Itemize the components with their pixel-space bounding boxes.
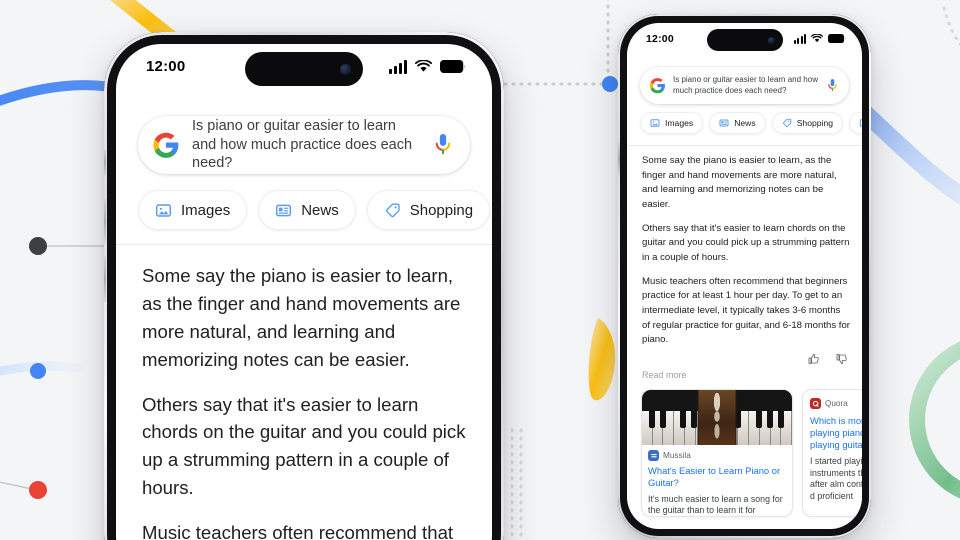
answer-body-right: Some say the piano is easier to learn, a… [642,154,851,348]
chip-news[interactable]: News [709,112,766,134]
dark-dot-node [29,237,47,255]
tag-icon [782,118,792,128]
blue-dot-junction [602,76,618,92]
chip-label: Shopping [796,118,834,128]
phone-right-volume-up[interactable] [618,142,620,176]
tag-icon [384,202,401,219]
source-card-quora[interactable]: Quora Which is more playing piano playin… [802,389,862,518]
search-query-text[interactable]: Is piano or guitar easier to learn and h… [673,75,820,96]
content-divider-left [116,244,492,245]
answer-paragraph: Others say that it's easier to learn cho… [142,393,466,499]
filter-chips-left: Images News Shopping [138,190,492,230]
news-icon [719,118,729,128]
dotted-arc-top-right [942,6,960,46]
yellow-blob-shape [588,318,616,401]
guitar-neck-over-piano-keys-photo [642,390,792,445]
image-icon [155,202,172,219]
chip-label: Images [665,118,694,128]
thumbs-down-icon[interactable] [836,353,848,365]
piano-keys-illustration [642,390,792,445]
cellular-bars-icon [389,59,407,74]
microphone-icon[interactable] [432,132,454,158]
image-icon [650,118,660,128]
front-camera-icon [767,36,775,44]
phone-left: 12:00 Is piano or guitar easier to learn… [104,32,504,540]
filter-chips-right: Images News Shopping [640,112,862,134]
status-indicators [389,59,466,74]
answer-paragraph: Some say the piano is easier to learn, a… [642,155,837,211]
source-attribution: Mussila [648,450,786,461]
cellular-bars-icon [793,34,806,44]
phone-right: 12:00 Is piano or guitar easier to learn… [618,14,871,538]
battery-icon [440,60,466,73]
dynamic-island-left [245,52,363,86]
google-g-icon [152,131,180,159]
wifi-icon [810,34,824,43]
chip-label: Shopping [409,201,474,219]
source-card-snippet: It's much easier to learn a song for the… [648,493,783,515]
chip-images[interactable]: Images [138,190,248,230]
phone-right-screen: 12:00 Is piano or guitar easier to learn… [627,23,862,529]
search-query-text[interactable]: Is piano or guitar easier to learn and h… [192,117,422,173]
phone-left-volume-down[interactable] [104,256,106,302]
status-indicators [793,34,846,44]
source-card-body: Mussila What's Easier to Learn Piano or … [642,445,792,516]
google-g-icon [649,77,666,94]
search-bar-right[interactable]: Is piano or guitar easier to learn and h… [640,67,849,104]
content-divider-right [627,145,862,146]
microphone-icon[interactable] [826,78,839,93]
source-card-body: Quora Which is more playing piano playin… [803,390,862,502]
green-ring-shape [909,341,960,499]
answer-paragraph: Music teachers often recommend that begi… [642,275,850,346]
status-time: 12:00 [146,58,186,75]
thumbs-up-icon[interactable] [808,353,820,365]
front-camera-icon [340,63,351,75]
answer-paragraph: Music teachers often recommend that begi… [142,522,454,540]
quora-favicon-icon [810,398,821,409]
chip-shopping[interactable]: Shopping [366,190,491,230]
wifi-icon [414,59,433,73]
chip-label: News [301,201,339,219]
blue-dot-node [30,363,46,379]
chip-label: Images [181,201,231,219]
answer-paragraph: Some say the piano is easier to learn, a… [142,265,461,370]
dynamic-island-right [706,29,783,51]
source-attribution: Quora [810,398,862,409]
search-bar-left[interactable]: Is piano or guitar easier to learn and h… [138,116,470,174]
source-card-snippet: I started playin instruments th now, aft… [810,456,862,501]
node-connector-line-bottom [0,481,33,490]
source-name: Quora [825,399,848,408]
video-icon [859,118,862,128]
chip-label: News [734,118,756,128]
battery-icon [828,34,846,44]
scene-root: 12:00 Is piano or guitar easier to learn… [0,0,960,540]
chip-shopping[interactable]: Shopping [771,112,844,134]
phone-left-volume-up[interactable] [104,198,106,244]
blue-swoosh-shape [853,101,960,206]
chip-images[interactable]: Images [640,112,704,134]
phone-left-screen: 12:00 Is piano or guitar easier to learn… [116,44,492,540]
read-more-link[interactable]: Read more [642,370,687,380]
feedback-row [808,353,848,365]
chip-videos[interactable]: Vide [849,112,862,134]
red-dot-node [29,481,47,499]
guitar-neck [697,390,737,445]
news-icon [275,202,292,219]
status-time: 12:00 [646,33,674,45]
source-card-title[interactable]: Which is more playing piano playing guit… [810,415,862,450]
chip-news[interactable]: News [258,190,356,230]
source-name: Mussila [663,451,691,460]
source-cards-row: Mussila What's Easier to Learn Piano or … [641,389,862,518]
mussila-favicon-icon [648,450,659,461]
source-card-mussila[interactable]: Mussila What's Easier to Learn Piano or … [641,389,793,518]
phone-left-silent-switch[interactable] [104,150,106,176]
source-card-title[interactable]: What's Easier to Learn Piano or Guitar? [648,465,786,489]
answer-body-left: Some say the piano is easier to learn, a… [142,262,474,540]
answer-paragraph: Others say that it's easier to learn cho… [642,222,850,264]
pale-blue-streak-shape [0,361,83,376]
